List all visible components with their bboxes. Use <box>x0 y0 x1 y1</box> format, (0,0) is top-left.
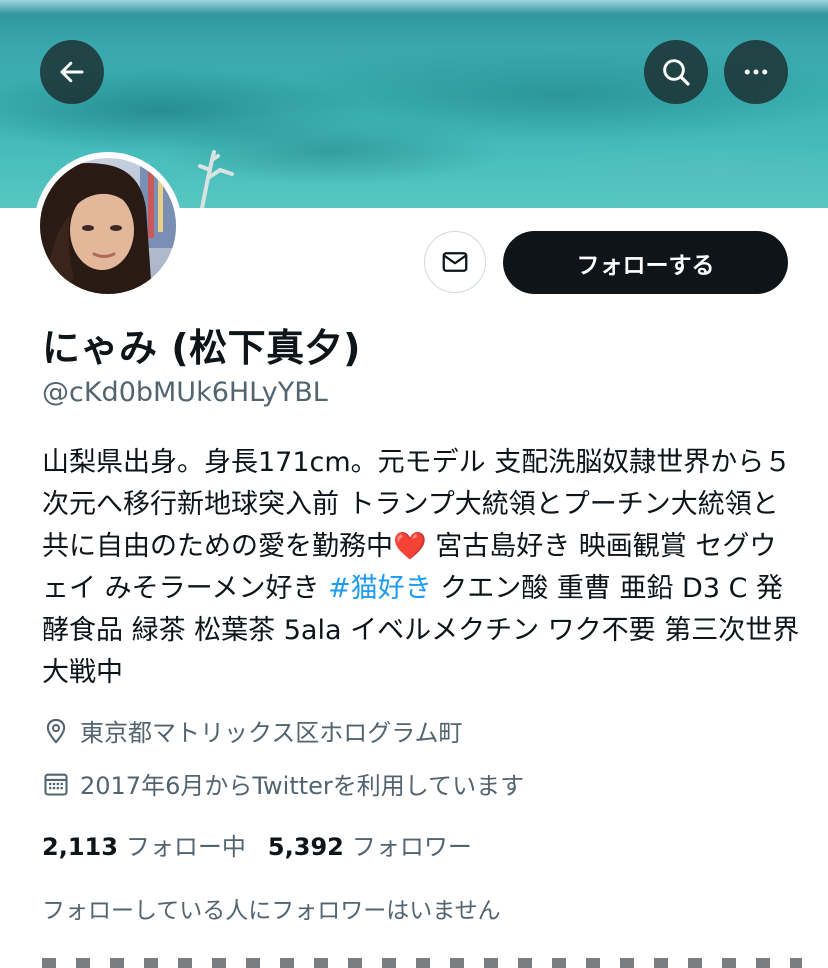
banner-horizon <box>0 0 828 14</box>
follow-button[interactable]: フォローする <box>503 231 788 294</box>
profile-bio: 山梨県出身。身長171cm。元モデル 支配洗脳奴隷世界から５次元へ移行新地球突入… <box>42 442 802 694</box>
following-count: 2,113 <box>42 833 118 861</box>
cut-off-content <box>42 958 802 968</box>
calendar-icon <box>44 773 68 796</box>
heart-emoji-icon: ❤️ <box>393 531 427 562</box>
username-handle: @cKd0bMUk6HLyYBL <box>42 377 328 408</box>
followers-you-know-note: フォローしている人にフォロワーはいません <box>42 898 501 924</box>
location-pin-icon <box>46 718 66 744</box>
driftwood-decoration <box>198 150 234 208</box>
profile-location: 東京都マトリックス区ホログラム町 <box>42 713 463 748</box>
display-name: にゃみ (松下真夕) <box>42 326 361 370</box>
followers-label: フォロワー <box>351 833 472 861</box>
follow-stats: 2,113 フォロー中 5,392 フォロワー <box>42 827 472 862</box>
more-button[interactable] <box>724 40 788 104</box>
follow-button-label: フォローする <box>576 252 715 279</box>
more-dots-icon <box>744 69 768 75</box>
profile-joined-date: 2017年6月からTwitterを利用しています <box>42 766 524 801</box>
following-link[interactable]: 2,113 フォロー中 <box>42 827 246 862</box>
avatar-portrait-graphic <box>40 158 176 294</box>
mail-icon <box>442 252 468 272</box>
followers-link[interactable]: 5,392 フォロワー <box>268 827 472 862</box>
location-text: 東京都マトリックス区ホログラム町 <box>80 719 463 747</box>
search-button[interactable] <box>644 40 708 104</box>
arrow-left-icon <box>60 61 84 83</box>
back-button[interactable] <box>40 40 104 104</box>
message-button[interactable] <box>424 231 486 293</box>
search-icon <box>663 59 690 86</box>
avatar-photo <box>40 158 176 294</box>
avatar[interactable] <box>34 152 182 300</box>
followers-count: 5,392 <box>267 833 344 861</box>
joined-text: 2017年6月からTwitterを利用しています <box>80 772 525 800</box>
following-label: フォロー中 <box>125 833 246 861</box>
bio-hashtag-link[interactable]: #猫好き <box>328 573 432 604</box>
